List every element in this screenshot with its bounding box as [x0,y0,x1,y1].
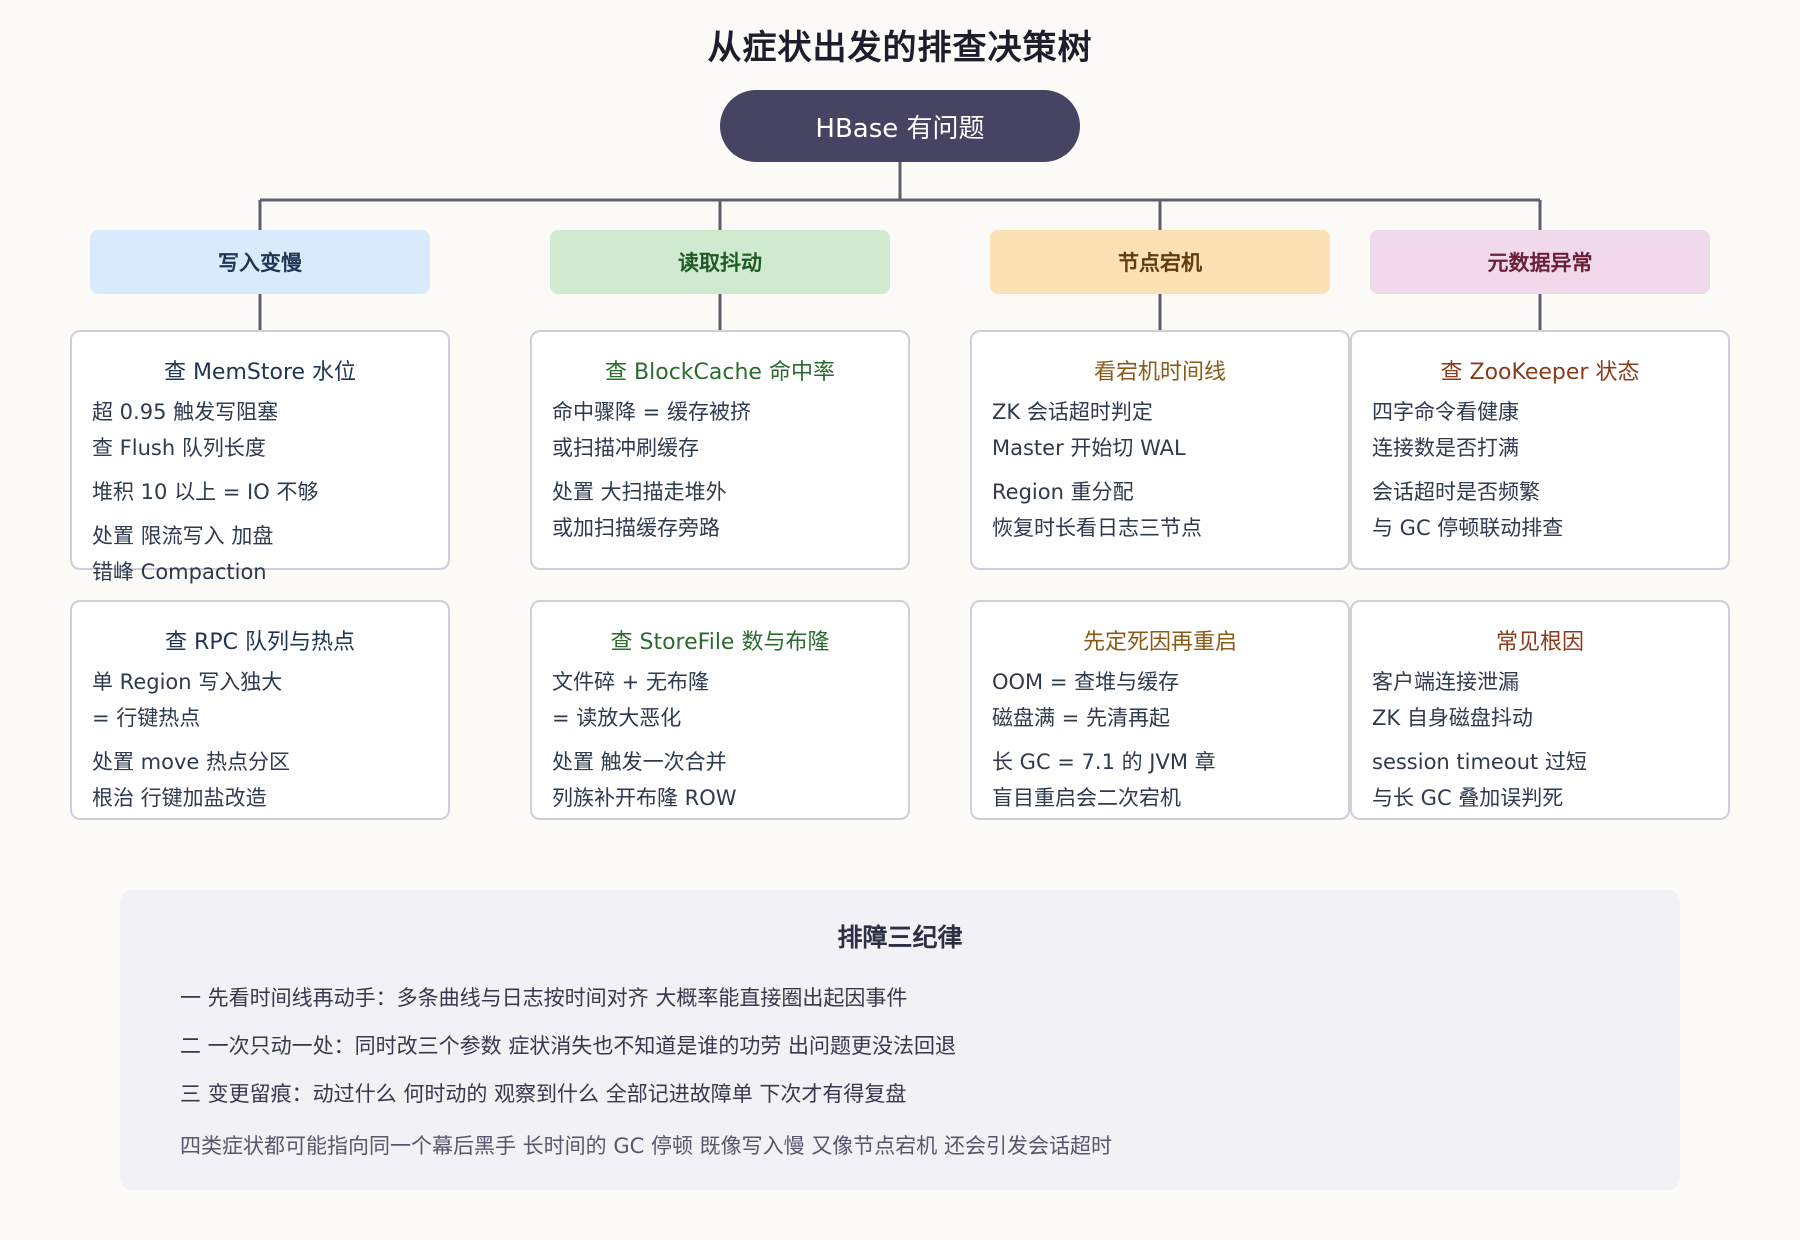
card-line: 单 Region 写入独大 [92,670,283,694]
card-line: session timeout 过短 [1372,750,1587,774]
card-title: 看宕机时间线 [1093,360,1226,385]
card-line: 堆积 10 以上 = IO 不够 [92,480,319,504]
summary-note: 四类症状都可能指向同一个幕后黑手 长时间的 GC 停顿 既像写入慢 又像节点宕机… [180,1134,1112,1158]
card-line: 恢复时长看日志三节点 [992,516,1202,540]
card-line: 磁盘满 = 先清再起 [992,706,1170,730]
root-node: HBase 有问题 [720,90,1080,162]
diagram-title: 从症状出发的排查决策树 [707,28,1093,68]
detail-card: 先定死因再重启 OOM = 查堆与缓存 磁盘满 = 先清再起长 GC = 7.1 的… [970,600,1350,820]
summary-line: 一 先看时间线再动手：多条曲线与日志按时间对齐 大概率能直接圈出起因事件 [180,986,908,1010]
card-title: 常见根因 [1495,630,1584,655]
card-line: 错峰 Compaction [92,560,267,584]
card-line: ZK 自身磁盘抖动 [1372,706,1533,730]
summary-panel: 排障三纪律 一 先看时间线再动手：多条曲线与日志按时间对齐 大概率能直接圈出起因… [120,890,1680,1190]
card-line: OOM = 查堆与缓存 [992,670,1180,694]
card-title: 查 MemStore 水位 [163,360,357,385]
card-line: 会话超时是否频繁 [1372,480,1540,504]
summary-line: 二 一次只动一处：同时改三个参数 症状消失也不知道是谁的功劳 出问题更没法回退 [180,1034,957,1058]
category-node: 写入变慢 [90,230,430,294]
card-line: = 读放大恶化 [552,706,682,730]
card-title: 查 RPC 队列与热点 [165,630,355,655]
card-line: 长 GC = 7.1 的 JVM 章 [992,750,1216,774]
summary-line: 三 变更留痕：动过什么 何时动的 观察到什么 全部记进故障单 下次才有得复盘 [180,1082,907,1106]
card-line: Master 开始切 WAL [992,436,1186,460]
card-title: 查 BlockCache 命中率 [605,360,835,385]
detail-card: 常见根因客户端连接泄漏 ZK 自身磁盘抖动 session timeout 过短 与长… [1350,600,1730,820]
card-title: 先定死因再重启 [1082,630,1237,655]
category-node: 读取抖动 [550,230,890,294]
card-line: 或扫描冲刷缓存 [552,436,699,460]
detail-card: 查 ZooKeeper 状态四字命令看健康 连接数是否打满 会话超时是否频繁与 GC… [1350,330,1730,570]
detail-card: 看宕机时间线 ZK 会话超时判定 Master 开始切 WAL Region 重分配恢… [970,330,1350,570]
decision-tree-canvas: 从症状出发的排查决策树 HBase 有问题 写入变慢查 MemStore 水位超… [0,0,1800,1240]
category-node: 元数据异常 [1370,230,1710,294]
detail-card: 查 StoreFile 数与布隆文件碎 + 无布隆 = 读放大恶化处置 触发一次合… [530,600,910,820]
card-line: 客户端连接泄漏 [1372,670,1519,694]
card-line: 四字命令看健康 [1372,400,1519,424]
summary-title: 排障三纪律 [837,923,963,952]
card-line: 连接数是否打满 [1372,436,1519,460]
card-line: 盲目重启会二次宕机 [992,786,1181,810]
detail-card: 查 BlockCache 命中率命中骤降 = 缓存被挤 或扫描冲刷缓存处置 大扫描… [530,330,910,570]
card-line: 文件碎 + 无布隆 [552,670,709,694]
card-line: 超 0.95 触发写阻塞 [92,400,279,424]
card-title: 查 StoreFile 数与布隆 [610,630,830,655]
card-line: = 行键热点 [92,706,201,730]
card-line: Region 重分配 [992,480,1134,504]
card-line: 列族补开布隆 ROW [552,786,737,810]
card-line: 处置 触发一次合并 [552,750,727,774]
card-line: 查 Flush 队列长度 [92,436,266,460]
card-line: 与 GC 停顿联动排查 [1372,516,1564,540]
category-node: 节点宕机 [990,230,1330,294]
card-title: 查 ZooKeeper 状态 [1440,360,1640,385]
card-line: 处置 限流写入 加盘 [92,524,274,548]
detail-card: 查 MemStore 水位超 0.95 触发写阻塞查 Flush 队列长度堆积 … [70,330,450,584]
card-line: 根治 行键加盐改造 [92,786,267,810]
card-line: 命中骤降 = 缓存被挤 [552,400,751,424]
card-line: 处置 move 热点分区 [92,750,291,774]
card-line: 处置 大扫描走堆外 [552,480,727,504]
card-line: 或加扫描缓存旁路 [552,516,720,540]
card-line: 与长 GC 叠加误判死 [1372,786,1564,810]
detail-card: 查 RPC 队列与热点单 Region 写入独大 = 行键热点处置 move 热点… [70,600,450,820]
card-line: ZK 会话超时判定 [992,400,1153,424]
